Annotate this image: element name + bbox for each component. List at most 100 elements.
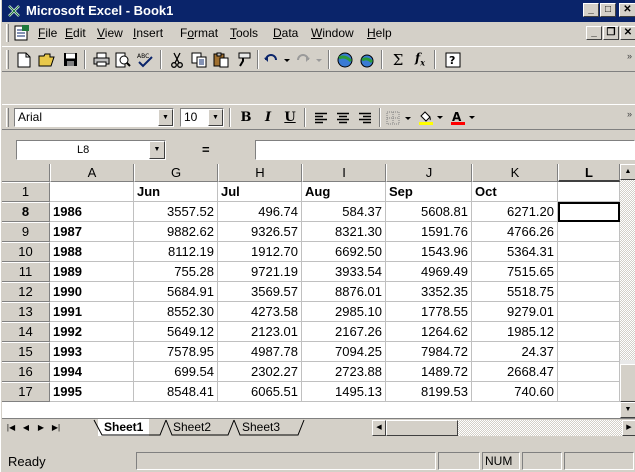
value-cell[interactable]: 4969.49	[386, 262, 472, 282]
print-icon[interactable]	[90, 49, 112, 70]
row-header[interactable]: 15	[2, 342, 50, 362]
cell[interactable]	[558, 322, 620, 342]
toolbar-overflow-icon[interactable]: »	[627, 109, 632, 119]
spelling-icon[interactable]: ABC	[134, 49, 156, 70]
column-header-k[interactable]: K	[472, 164, 558, 182]
column-header-i[interactable]: I	[302, 164, 386, 182]
scroll-left-icon[interactable]: ◀	[372, 420, 386, 436]
horizontal-scrollbar[interactable]: ◀ ▶	[372, 420, 635, 436]
cell[interactable]	[558, 382, 620, 402]
cell[interactable]	[558, 262, 620, 282]
year-cell[interactable]: 1992	[50, 322, 134, 342]
undo-icon[interactable]	[263, 49, 293, 70]
cell[interactable]	[50, 182, 134, 202]
copy-icon[interactable]	[188, 49, 210, 70]
value-cell[interactable]: 584.37	[302, 202, 386, 222]
value-cell[interactable]: 2668.47	[472, 362, 558, 382]
save-icon[interactable]	[59, 49, 81, 70]
month-header-cell[interactable]: Aug	[302, 182, 386, 202]
value-cell[interactable]: 24.37	[472, 342, 558, 362]
column-header-h[interactable]: H	[218, 164, 302, 182]
new-icon[interactable]	[13, 49, 35, 70]
cell[interactable]	[558, 222, 620, 242]
column-header-j[interactable]: J	[386, 164, 472, 182]
font-size-combo[interactable]: 10 ▼	[180, 108, 224, 127]
print-preview-icon[interactable]	[112, 49, 134, 70]
select-all-button[interactable]	[2, 164, 50, 182]
bold-button[interactable]: B	[235, 107, 257, 128]
align-right-icon[interactable]	[354, 107, 376, 128]
value-cell[interactable]: 6692.50	[302, 242, 386, 262]
font-color-icon[interactable]: A	[449, 107, 479, 128]
align-center-icon[interactable]	[332, 107, 354, 128]
month-header-cell[interactable]: Oct	[472, 182, 558, 202]
active-cell-l8[interactable]	[558, 202, 620, 222]
value-cell[interactable]: 1489.72	[386, 362, 472, 382]
value-cell[interactable]: 8321.30	[302, 222, 386, 242]
row-header[interactable]: 17	[2, 382, 50, 402]
menu-view[interactable]: View	[97, 26, 123, 40]
doc-close-button[interactable]: ✕	[620, 26, 635, 40]
insert-hyperlink-icon[interactable]	[334, 49, 356, 70]
value-cell[interactable]: 699.54	[134, 362, 218, 382]
value-cell[interactable]: 2123.01	[218, 322, 302, 342]
year-cell[interactable]: 1986	[50, 202, 134, 222]
value-cell[interactable]: 9882.62	[134, 222, 218, 242]
value-cell[interactable]: 3557.52	[134, 202, 218, 222]
value-cell[interactable]: 6065.51	[218, 382, 302, 402]
menubar-grip[interactable]	[6, 24, 9, 42]
row-header[interactable]: 16	[2, 362, 50, 382]
cell[interactable]	[558, 302, 620, 322]
value-cell[interactable]: 5684.91	[134, 282, 218, 302]
name-box[interactable]: L8 ▼	[16, 140, 166, 160]
value-cell[interactable]: 2302.27	[218, 362, 302, 382]
cell[interactable]	[558, 342, 620, 362]
year-cell[interactable]: 1988	[50, 242, 134, 262]
value-cell[interactable]: 1264.62	[386, 322, 472, 342]
doc-minimize-button[interactable]: _	[586, 26, 602, 40]
prev-sheet-icon[interactable]: ◀	[19, 420, 33, 435]
menu-tools[interactable]: Tools	[230, 26, 258, 40]
next-sheet-icon[interactable]: ▶	[34, 420, 48, 435]
value-cell[interactable]: 7515.65	[472, 262, 558, 282]
workbook-icon[interactable]	[13, 24, 31, 42]
scroll-up-icon[interactable]: ▲	[620, 164, 635, 180]
menu-format[interactable]: Format	[180, 26, 218, 40]
value-cell[interactable]: 8548.41	[134, 382, 218, 402]
value-cell[interactable]: 755.28	[134, 262, 218, 282]
align-left-icon[interactable]	[310, 107, 332, 128]
web-toolbar-icon[interactable]	[356, 49, 378, 70]
year-cell[interactable]: 1987	[50, 222, 134, 242]
row-header[interactable]: 9	[2, 222, 50, 242]
toolbar-grip[interactable]	[6, 108, 9, 127]
year-cell[interactable]: 1993	[50, 342, 134, 362]
borders-icon[interactable]	[385, 107, 415, 128]
value-cell[interactable]: 2723.88	[302, 362, 386, 382]
scroll-right-icon[interactable]: ▶	[622, 420, 635, 436]
formula-equals-button[interactable]: =	[202, 142, 210, 157]
vertical-scrollbar[interactable]: ▲ ▼	[620, 164, 635, 418]
cell[interactable]	[558, 282, 620, 302]
cell[interactable]	[558, 362, 620, 382]
paste-function-icon[interactable]: fx	[409, 49, 431, 70]
scroll-thumb[interactable]	[620, 364, 635, 402]
excel-app-icon[interactable]	[6, 3, 22, 19]
row-header[interactable]: 14	[2, 322, 50, 342]
value-cell[interactable]: 5364.31	[472, 242, 558, 262]
horizontal-scroll-thumb[interactable]	[386, 420, 458, 436]
value-cell[interactable]: 2985.10	[302, 302, 386, 322]
year-cell[interactable]: 1989	[50, 262, 134, 282]
menu-file[interactable]: File	[38, 26, 57, 40]
underline-button[interactable]: U	[279, 107, 301, 128]
month-header-cell[interactable]: Jun	[134, 182, 218, 202]
font-name-combo[interactable]: Arial ▼	[14, 108, 174, 127]
year-cell[interactable]: 1990	[50, 282, 134, 302]
value-cell[interactable]: 7578.95	[134, 342, 218, 362]
value-cell[interactable]: 1778.55	[386, 302, 472, 322]
column-header-g[interactable]: G	[134, 164, 218, 182]
open-icon[interactable]	[36, 49, 58, 70]
value-cell[interactable]: 8199.53	[386, 382, 472, 402]
value-cell[interactable]: 8112.19	[134, 242, 218, 262]
value-cell[interactable]: 8552.30	[134, 302, 218, 322]
last-sheet-icon[interactable]: ▶|	[49, 420, 63, 435]
